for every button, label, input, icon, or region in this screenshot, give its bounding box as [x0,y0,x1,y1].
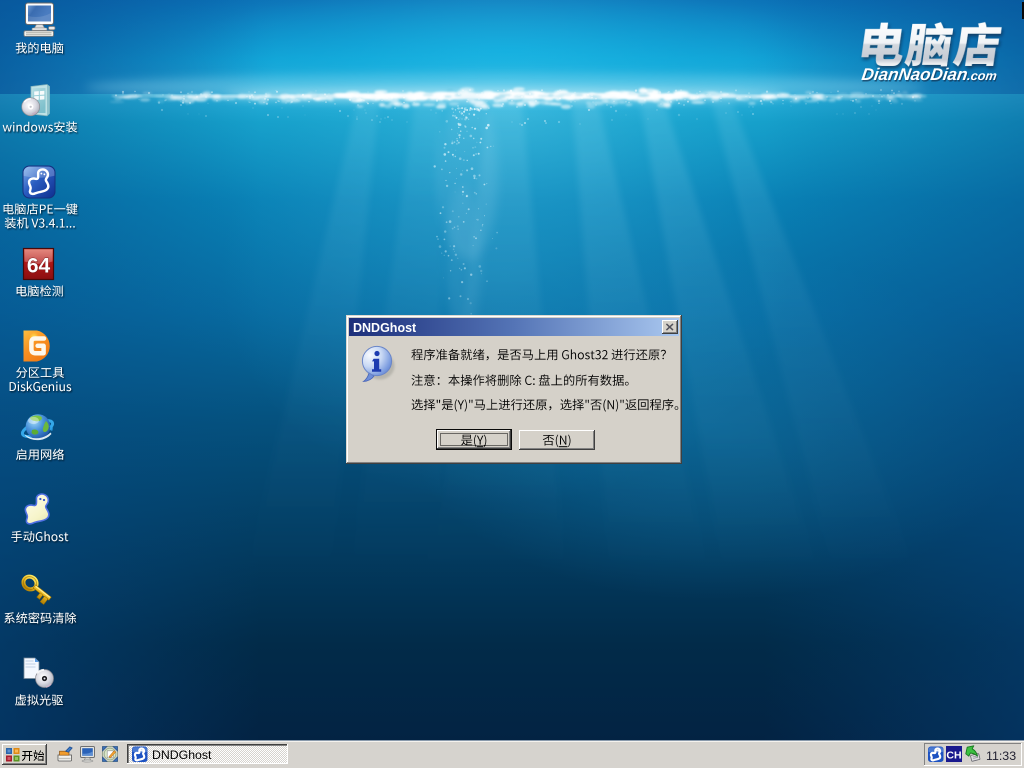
svg-text:DNDGhost: DNDGhost [152,748,212,762]
svg-text:11:33: 11:33 [986,749,1016,763]
svg-text:64: 64 [27,255,51,278]
svg-text:CH: CH [946,750,961,762]
svg-text:DNDGhost: DNDGhost [353,321,417,335]
